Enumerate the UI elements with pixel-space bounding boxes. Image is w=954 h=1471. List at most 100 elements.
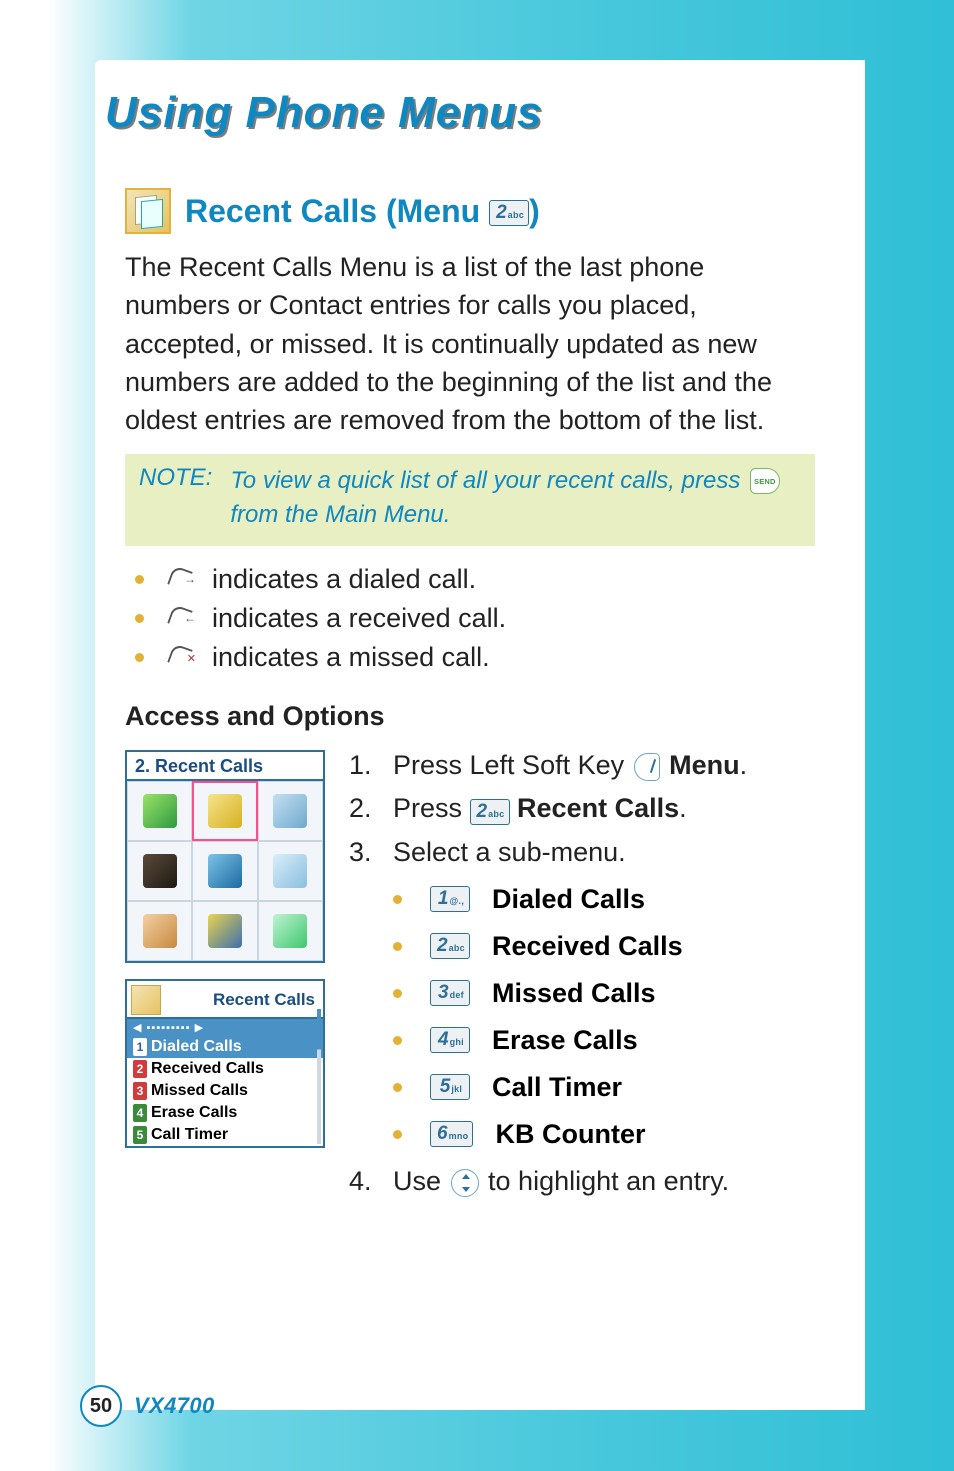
grid-cell xyxy=(127,901,192,961)
page-number: 50 xyxy=(80,1385,122,1427)
list-row-label: Erase Calls xyxy=(151,1104,237,1122)
key-digit: 6 xyxy=(437,1122,448,1146)
submenu-item: 4ghi Erase Calls xyxy=(393,1025,835,1056)
grid-cell xyxy=(127,781,192,841)
section-title-suffix: ) xyxy=(529,193,540,229)
grid-cell-highlighted xyxy=(192,781,257,841)
note-before: To view a quick list of all your recent … xyxy=(230,467,747,494)
key-digit: 3 xyxy=(438,981,449,1005)
list-row: 3Missed Calls xyxy=(127,1080,323,1102)
submenu-item: 2abc Received Calls xyxy=(393,931,835,962)
recent-calls-section-icon xyxy=(125,188,171,234)
menu-item-icon xyxy=(208,914,242,948)
menu-item-icon xyxy=(208,794,242,828)
model-label: VX4700 xyxy=(134,1393,215,1419)
step-after: . xyxy=(679,793,687,823)
key-sub: jkl xyxy=(451,1077,462,1101)
step-number: 1. xyxy=(349,750,369,781)
list-row: 5Call Timer xyxy=(127,1124,323,1146)
key-digit: 2 xyxy=(496,201,507,225)
key-1-icon: 1@., xyxy=(430,886,470,912)
step-1: 1. Press Left Soft Key Menu. xyxy=(349,750,835,781)
missed-call-icon xyxy=(168,644,194,670)
key-5-icon: 5jkl xyxy=(430,1074,470,1100)
step-text: Use to highlight an entry. xyxy=(393,1166,729,1197)
menu-item-icon xyxy=(273,854,307,888)
step-number: 4. xyxy=(349,1166,369,1197)
grid-cell xyxy=(258,781,323,841)
submenu-label: Missed Calls xyxy=(492,978,656,1009)
bullet-icon xyxy=(393,942,402,951)
left-soft-key-icon xyxy=(634,753,660,781)
bullet-icon xyxy=(393,895,402,904)
section-title-prefix: Recent Calls (Menu xyxy=(185,193,489,229)
grid-cell xyxy=(258,841,323,901)
nav-dots-icon xyxy=(133,1021,204,1034)
key-digit: 5 xyxy=(440,1075,451,1099)
key-sub: abc xyxy=(508,203,524,227)
submenu-item: 5jkl Call Timer xyxy=(393,1072,835,1103)
key-digit: 1 xyxy=(438,887,449,911)
grid-cells xyxy=(127,781,323,961)
grid-thumb-title: 2. Recent Calls xyxy=(127,752,323,781)
submenu-label: Erase Calls xyxy=(492,1025,638,1056)
note-box: NOTE: To view a quick list of all your r… xyxy=(125,454,815,546)
list-row-label: Received Calls xyxy=(151,1060,264,1078)
bullet-icon xyxy=(135,575,144,584)
indicator-received: indicates a received call. xyxy=(125,603,835,634)
indicator-dialed: indicates a dialed call. xyxy=(125,564,835,595)
note-label: NOTE: xyxy=(139,464,212,532)
key-4-icon: 4ghi xyxy=(430,1027,470,1053)
screenshots-column: 2. Recent Calls Recent Calls xyxy=(125,750,325,1148)
grid-cell xyxy=(258,901,323,961)
grid-cell xyxy=(192,901,257,961)
access-heading: Access and Options xyxy=(125,701,835,732)
key-sub: def xyxy=(450,983,464,1007)
list-num-icon: 4 xyxy=(133,1104,147,1122)
steps-column: 1. Press Left Soft Key Menu. 2. Press 2a… xyxy=(349,750,835,1209)
list-num-icon: 2 xyxy=(133,1060,147,1078)
key-sub: abc xyxy=(488,802,504,826)
key-digit: 2 xyxy=(477,800,488,824)
menu-item-icon xyxy=(143,914,177,948)
menu-item-icon xyxy=(143,794,177,828)
step-before: Press Left Soft Key xyxy=(393,750,632,780)
submenu-item: 1@., Dialed Calls xyxy=(393,884,835,915)
indicator-missed: indicates a missed call. xyxy=(125,642,835,673)
bullet-icon xyxy=(135,653,144,662)
indicator-text: indicates a dialed call. xyxy=(212,564,476,595)
page-title: Using Phone Menus xyxy=(105,88,542,138)
list-num-icon: 3 xyxy=(133,1082,147,1100)
section-header: Recent Calls (Menu 2abc) xyxy=(125,188,835,234)
key-sub: @., xyxy=(449,889,464,913)
submenu-label: KB Counter xyxy=(495,1119,645,1150)
step-4: 4. Use to highlight an entry. xyxy=(349,1166,835,1197)
key-digit: 4 xyxy=(438,1028,449,1052)
key-sub: abc xyxy=(449,936,465,960)
step-after: . xyxy=(740,750,748,780)
note-after: from the Main Menu. xyxy=(230,501,450,528)
submenu-item: 6mno KB Counter xyxy=(393,1119,835,1150)
list-row: 4Erase Calls xyxy=(127,1102,323,1124)
menu-item-icon xyxy=(273,914,307,948)
step-2: 2. Press 2abc Recent Calls. xyxy=(349,793,835,825)
key-6-icon: 6mno xyxy=(430,1121,473,1147)
step-text: Select a sub-menu. xyxy=(393,837,626,868)
columns: 2. Recent Calls Recent Calls xyxy=(125,750,835,1209)
menu-item-icon xyxy=(208,854,242,888)
indicator-text: indicates a missed call. xyxy=(212,642,490,673)
page-footer: 50 VX4700 xyxy=(80,1385,215,1427)
list-thumb-header: Recent Calls xyxy=(127,981,323,1019)
note-text: To view a quick list of all your recent … xyxy=(230,464,801,532)
list-row-label: Missed Calls xyxy=(151,1082,248,1100)
key-sub: mno xyxy=(449,1124,469,1148)
step-before: Use xyxy=(393,1166,449,1196)
step-bold: Menu xyxy=(669,750,740,780)
menu-item-icon xyxy=(273,794,307,828)
key-2abc-icon: 2abc xyxy=(489,200,529,226)
menu-item-icon xyxy=(143,854,177,888)
indicator-text: indicates a received call. xyxy=(212,603,506,634)
key-digit: 2 xyxy=(437,934,448,958)
submenu-label: Received Calls xyxy=(492,931,683,962)
list-num-icon: 1 xyxy=(133,1038,147,1056)
